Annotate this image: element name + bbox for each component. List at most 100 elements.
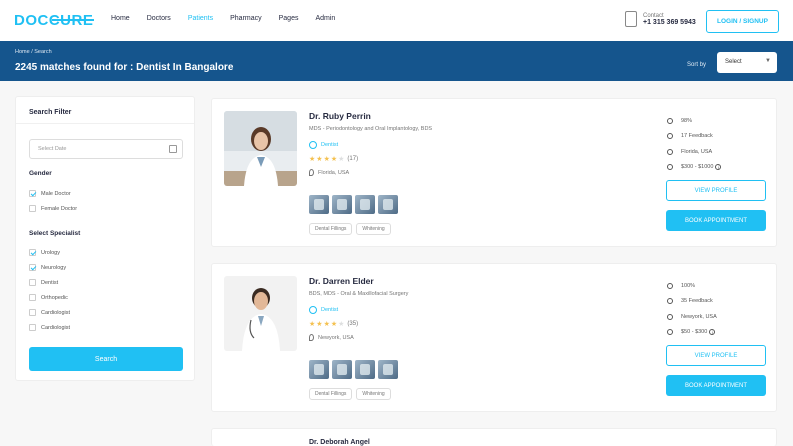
gender-option-male[interactable]: Male Doctor bbox=[29, 190, 71, 197]
price-row: $300 - $1000 i bbox=[667, 160, 722, 176]
search-filter-panel: Search Filter Select Date Gender Male Do… bbox=[15, 96, 195, 381]
option-label: Cardiologist bbox=[41, 309, 71, 316]
specialist-option-cardiologist-2[interactable]: Cardiologist bbox=[29, 324, 70, 331]
nav-item-patients[interactable]: Patients bbox=[188, 15, 213, 22]
checkbox[interactable] bbox=[29, 205, 36, 212]
doctor-info: 98% 17 Feedback Florida, USA $300 - $100… bbox=[667, 113, 722, 176]
option-label: Dentist bbox=[41, 279, 59, 286]
gallery-thumbnail[interactable] bbox=[355, 360, 375, 379]
checkbox[interactable] bbox=[29, 190, 36, 197]
specialist-option-orthopedic[interactable]: Orthopedic bbox=[29, 294, 68, 301]
doctor-photo-image bbox=[224, 276, 297, 351]
feedback-row: 35 Feedback bbox=[667, 294, 717, 310]
specialist-option-cardiologist[interactable]: Cardiologist bbox=[29, 309, 70, 316]
comment-icon bbox=[667, 298, 673, 305]
checkbox[interactable] bbox=[29, 249, 36, 256]
gallery-thumbnail[interactable] bbox=[378, 360, 398, 379]
doctor-rating: ★ ★ ★ ★ ★ (35) bbox=[309, 320, 358, 328]
option-label: Male Doctor bbox=[41, 190, 71, 197]
nav-item-pages[interactable]: Pages bbox=[279, 15, 299, 22]
doctor-name[interactable]: Dr. Darren Elder bbox=[309, 276, 374, 286]
nav-item-admin[interactable]: Admin bbox=[315, 15, 335, 22]
likes-row: 100% bbox=[667, 278, 717, 294]
view-profile-button[interactable]: VIEW PROFILE bbox=[666, 345, 766, 366]
chevron-down-icon: ▼ bbox=[765, 58, 771, 64]
map-pin-icon bbox=[309, 169, 314, 176]
service-tags: Dental Fillings Whitening bbox=[309, 388, 391, 400]
likes-value: 98% bbox=[681, 117, 693, 124]
book-appointment-button[interactable]: BOOK APPOINTMENT bbox=[666, 210, 766, 231]
doctor-name[interactable]: Dr. Ruby Perrin bbox=[309, 111, 371, 121]
search-button[interactable]: Search bbox=[29, 347, 183, 371]
city-value: Florida, USA bbox=[681, 148, 713, 155]
feedback-value: 17 Feedback bbox=[681, 133, 713, 140]
star-icon: ★ bbox=[338, 321, 345, 328]
doctor-card: Dr. Darren Elder BDS, MDS - Oral & Maxil… bbox=[211, 263, 777, 412]
department-label: Dentist bbox=[321, 142, 339, 148]
option-label: Female Doctor bbox=[41, 205, 78, 212]
date-input-placeholder: Select Date bbox=[38, 146, 67, 152]
gender-title: Gender bbox=[29, 170, 52, 177]
logo-underline bbox=[52, 19, 94, 21]
doctor-photo-image bbox=[224, 111, 297, 186]
location-label: Newyork, USA bbox=[318, 334, 354, 341]
star-icon: ★ bbox=[309, 321, 316, 328]
book-appointment-button[interactable]: BOOK APPOINTMENT bbox=[666, 375, 766, 396]
view-profile-button[interactable]: VIEW PROFILE bbox=[666, 180, 766, 201]
star-icon: ★ bbox=[330, 156, 338, 163]
checkbox[interactable] bbox=[29, 309, 36, 316]
star-icon: ★ bbox=[316, 321, 323, 328]
checkbox[interactable] bbox=[29, 279, 36, 286]
option-label: Urology bbox=[41, 249, 60, 256]
location-label: Florida, USA bbox=[318, 169, 350, 176]
gallery-thumbnail[interactable] bbox=[378, 195, 398, 214]
rating-count: (17) bbox=[347, 156, 359, 162]
likes-value: 100% bbox=[681, 282, 696, 289]
doctor-location: Florida, USA bbox=[309, 169, 349, 176]
gender-option-female[interactable]: Female Doctor bbox=[29, 205, 77, 212]
checkbox[interactable] bbox=[29, 264, 36, 271]
nav-item-doctors[interactable]: Doctors bbox=[147, 15, 171, 22]
gallery-thumbnail[interactable] bbox=[332, 195, 352, 214]
nav-item-home[interactable]: Home bbox=[111, 15, 130, 22]
rating-count: (35) bbox=[347, 321, 359, 327]
sort-label: Sort by bbox=[687, 62, 707, 68]
doctor-name[interactable]: Dr. Deborah Angel bbox=[309, 439, 370, 446]
gallery-thumbnail[interactable] bbox=[309, 195, 329, 214]
doctor-specialty: MDS - Periodontology and Oral Implantolo… bbox=[309, 126, 433, 132]
site-header: DOCCURE Home Doctors Patients Pharmacy P… bbox=[0, 0, 793, 41]
checkbox[interactable] bbox=[29, 324, 36, 331]
main-nav: Home Doctors Patients Pharmacy Pages Adm… bbox=[111, 15, 352, 22]
doctor-card: Dr. Deborah Angel bbox=[211, 428, 777, 446]
contact-number[interactable]: +1 315 369 5943 bbox=[643, 19, 696, 26]
map-pin-icon bbox=[667, 313, 673, 320]
login-signup-button[interactable]: LOGIN / SIGNUP bbox=[706, 10, 779, 33]
city-value: Newyork, USA bbox=[681, 313, 717, 320]
city-row: Florida, USA bbox=[667, 144, 721, 160]
doctor-photo[interactable] bbox=[224, 441, 297, 446]
info-icon[interactable]: i bbox=[709, 329, 716, 336]
checkbox[interactable] bbox=[29, 294, 36, 301]
nav-item-pharmacy[interactable]: Pharmacy bbox=[230, 15, 262, 22]
likes-row: 98% bbox=[667, 113, 721, 129]
specialist-option-dentist[interactable]: Dentist bbox=[29, 279, 58, 286]
date-input[interactable]: Select Date bbox=[29, 139, 183, 159]
header-contact: Contact +1 315 369 5943 bbox=[625, 11, 696, 27]
star-icon: ★ bbox=[338, 156, 345, 163]
info-icon[interactable]: i bbox=[715, 164, 722, 171]
doctor-specialty: BDS, MDS - Oral & Maxillofacial Surgery bbox=[309, 291, 409, 297]
tooth-icon bbox=[309, 306, 317, 314]
clinic-gallery bbox=[309, 360, 398, 379]
filter-title: Search Filter bbox=[29, 109, 72, 116]
gallery-thumbnail[interactable] bbox=[355, 195, 375, 214]
doctor-photo[interactable] bbox=[224, 111, 297, 186]
gallery-thumbnail[interactable] bbox=[332, 360, 352, 379]
gallery-thumbnail[interactable] bbox=[309, 360, 329, 379]
star-icon: ★ bbox=[316, 156, 323, 163]
specialist-option-urology[interactable]: Urology bbox=[29, 249, 60, 256]
service-tag: Dental Fillings bbox=[309, 223, 353, 235]
specialist-option-neurology[interactable]: Neurology bbox=[29, 264, 66, 271]
breadcrumb[interactable]: Home / Search bbox=[15, 49, 52, 55]
doctor-photo[interactable] bbox=[224, 276, 297, 351]
sort-select[interactable]: Select ▼ bbox=[717, 52, 777, 73]
